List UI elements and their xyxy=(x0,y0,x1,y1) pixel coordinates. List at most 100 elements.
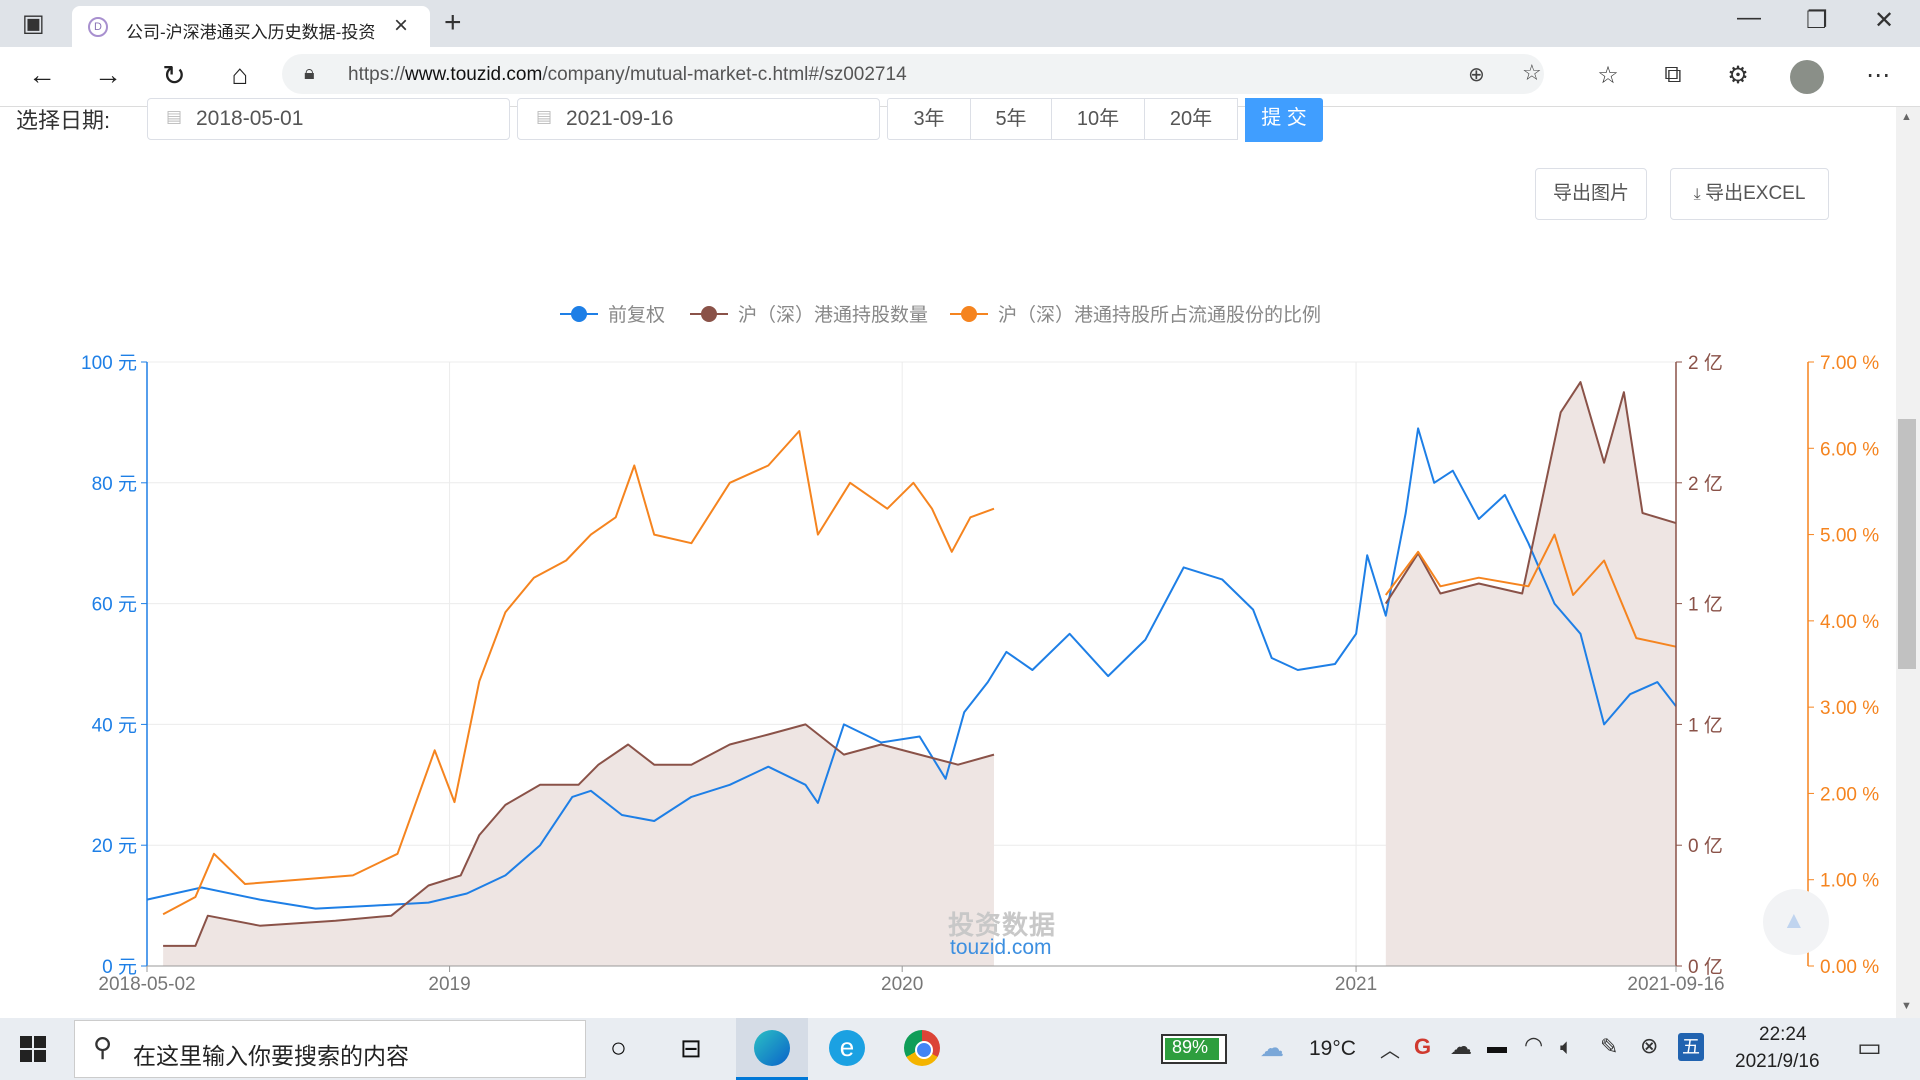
zoom-icon[interactable]: ⊕ xyxy=(1468,62,1485,87)
site-favicon-icon: D xyxy=(88,17,108,37)
end-date-input[interactable]: ▤ 2021-09-16 xyxy=(517,98,880,140)
calendar-icon: ▤ xyxy=(166,107,183,126)
edge-icon xyxy=(754,1030,790,1066)
start-date-input[interactable]: ▤ 2018-05-01 xyxy=(147,98,510,140)
scroll-down-icon[interactable]: ▼ xyxy=(1901,1000,1912,1012)
x-tick-label: 2021 xyxy=(1335,974,1377,995)
up-arrow-icon: ▲ xyxy=(1782,907,1806,934)
legend-label-price: 前复权 xyxy=(608,304,665,326)
show-hidden-icons-icon[interactable]: ︿ xyxy=(1380,1034,1400,1063)
url-text: https://www.touzid.com/company/mutual-ma… xyxy=(348,64,907,85)
cortana-icon[interactable]: ○ xyxy=(610,1032,627,1064)
taskbar-search-box[interactable]: ⚲ 在这里输入你要搜索的内容 xyxy=(74,1020,586,1078)
y-left-tick-label: 100 元 xyxy=(81,353,137,374)
end-date-value: 2021-09-16 xyxy=(566,107,674,130)
y-right1-tick-label: 2 亿 xyxy=(1688,473,1723,495)
url-field[interactable]: 🔒︎ https://www.touzid.com/company/mutual… xyxy=(282,54,1544,94)
battery-tray-icon[interactable]: ▬ xyxy=(1487,1036,1507,1059)
search-icon: ⚲ xyxy=(93,1032,113,1062)
clock-date[interactable]: 2021/9/16 xyxy=(1735,1051,1820,1073)
tab-title: 公司-沪深港通买入历史数据-投资 xyxy=(126,23,376,42)
ie-icon: e xyxy=(829,1030,865,1066)
more-menu-icon[interactable]: ⋯ xyxy=(1860,61,1896,90)
minimize-icon[interactable]: — xyxy=(1737,4,1761,32)
battery-indicator[interactable]: 89% xyxy=(1161,1034,1227,1064)
clock-time[interactable]: 22:24 xyxy=(1759,1024,1807,1046)
taskbar-ie-app[interactable]: e xyxy=(811,1018,883,1080)
legend-marker-holdings xyxy=(701,306,717,322)
range-10y-button[interactable]: 10年 xyxy=(1051,98,1145,140)
maximize-icon[interactable]: ❐ xyxy=(1806,6,1828,35)
export-image-button[interactable]: 导出图片 xyxy=(1535,168,1647,220)
x-tick-label: 2019 xyxy=(428,974,470,995)
battery-percent: 89% xyxy=(1172,1037,1209,1057)
legend-label-ratio: 沪（深）港通持股所占流通股份的比例 xyxy=(998,304,1321,326)
y-right2-tick-label: 4.00 % xyxy=(1820,612,1879,633)
y-right2-tick-label: 0.00 % xyxy=(1820,957,1879,978)
browser-tab[interactable]: D 公司-沪深港通买入历史数据-投资 × xyxy=(72,6,430,47)
watermark-domain: touzid.com xyxy=(950,936,1052,959)
range-5y-button[interactable]: 5年 xyxy=(970,98,1052,140)
windows-taskbar: ⚲ 在这里输入你要搜索的内容 ○ ⊟ e 89% ☁ 19°C ︿ G ☁ ▬ … xyxy=(0,1018,1920,1080)
notifications-icon[interactable]: ▭ xyxy=(1857,1032,1882,1063)
y-right2-tick-label: 7.00 % xyxy=(1820,353,1879,374)
range-button-group: 3年 5年 10年 20年 xyxy=(887,98,1238,140)
close-tab-icon[interactable]: × xyxy=(394,12,408,40)
refresh-icon[interactable]: ↻ xyxy=(156,59,192,92)
date-label: 选择日期: xyxy=(16,108,111,133)
y-right2-tick-label: 2.00 % xyxy=(1820,784,1879,805)
home-icon[interactable]: ⌂ xyxy=(222,59,258,91)
profile-avatar[interactable] xyxy=(1790,60,1824,94)
search-placeholder: 在这里输入你要搜索的内容 xyxy=(133,1043,409,1069)
chrome-center xyxy=(915,1041,933,1059)
history-chart: 0 元20 元40 元60 元80 元100 元0 亿0 亿1 亿1 亿2 亿2… xyxy=(81,304,1879,995)
onedrive-icon[interactable]: ☁ xyxy=(1450,1034,1472,1060)
wifi-icon[interactable]: ◠ xyxy=(1524,1032,1543,1058)
task-view-icon[interactable]: ⊟ xyxy=(680,1033,702,1064)
y-right1-tick-label: 2 亿 xyxy=(1688,352,1723,374)
taskbar-chrome-app[interactable] xyxy=(886,1018,958,1080)
extensions-icon[interactable]: ⚙ xyxy=(1720,61,1756,90)
page-scrollbar[interactable]: ▲ ▼ xyxy=(1896,107,1920,1018)
start-date-value: 2018-05-01 xyxy=(196,107,304,130)
range-3y-button[interactable]: 3年 xyxy=(887,98,971,140)
legend-marker-ratio xyxy=(961,306,977,322)
y-right1-tick-label: 0 亿 xyxy=(1688,835,1723,857)
collections-icon[interactable]: ⧉ xyxy=(1655,61,1691,89)
stop-tray-icon[interactable]: ⊗ xyxy=(1640,1033,1658,1059)
input-method-icon[interactable]: 五 xyxy=(1678,1033,1704,1061)
forward-icon[interactable]: → xyxy=(90,59,126,91)
range-20y-button[interactable]: 20年 xyxy=(1144,98,1238,140)
y-left-tick-label: 80 元 xyxy=(92,474,137,495)
y-right2-tick-label: 6.00 % xyxy=(1820,439,1879,460)
tab-actions-icon[interactable]: ▣ xyxy=(22,9,45,38)
y-right1-tick-label: 1 亿 xyxy=(1688,594,1723,616)
scrollbar-thumb[interactable] xyxy=(1898,419,1916,669)
export-excel-label: 导出EXCEL xyxy=(1705,183,1806,204)
lock-icon: 🔒︎ xyxy=(304,62,315,84)
submit-button[interactable]: 提 交 xyxy=(1245,98,1323,142)
add-favorite-icon[interactable]: ☆ xyxy=(1522,60,1542,86)
back-icon[interactable]: ← xyxy=(24,59,60,91)
x-tick-label: 2018-05-02 xyxy=(98,974,195,995)
y-left-tick-label: 40 元 xyxy=(92,715,137,736)
pen-icon[interactable]: ✎ xyxy=(1600,1034,1618,1060)
app-tray-g-icon[interactable]: G xyxy=(1414,1034,1431,1060)
x-tick-label: 2021-09-16 xyxy=(1627,974,1724,995)
weather-icon[interactable]: ☁ xyxy=(1260,1034,1284,1063)
browser-tab-bar: ▣ D 公司-沪深港通买入历史数据-投资 × + — ❐ ✕ xyxy=(0,0,1920,47)
weather-temp[interactable]: 19°C xyxy=(1309,1037,1356,1061)
legend-label-holdings: 沪（深）港通持股数量 xyxy=(738,304,928,326)
calendar-icon: ▤ xyxy=(536,107,553,126)
windows-start-icon[interactable] xyxy=(20,1036,46,1062)
export-excel-button[interactable]: ⤓ 导出EXCEL xyxy=(1670,168,1829,220)
scroll-up-icon[interactable]: ▲ xyxy=(1901,111,1912,123)
close-window-icon[interactable]: ✕ xyxy=(1874,6,1894,35)
volume-icon[interactable]: 🔈︎ xyxy=(1560,1034,1573,1060)
taskbar-edge-app[interactable] xyxy=(736,1018,808,1080)
new-tab-icon[interactable]: + xyxy=(444,6,462,40)
download-icon: ⤓ xyxy=(1693,186,1706,203)
back-to-top-button[interactable]: ▲ xyxy=(1763,889,1829,955)
x-tick-label: 2020 xyxy=(881,974,923,995)
favorites-icon[interactable]: ☆ xyxy=(1590,61,1626,90)
